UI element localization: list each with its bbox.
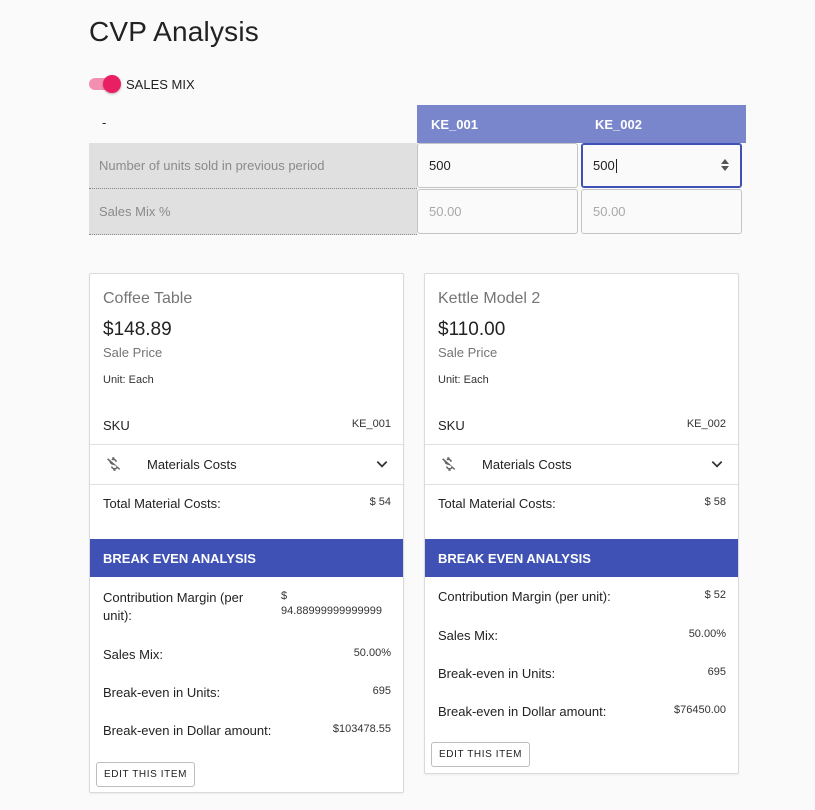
- sales-mix-row: Sales Mix: 50.00%: [103, 647, 391, 662]
- sales-mix-value-ke002: 50.00: [593, 204, 626, 219]
- sales-mix-value-ke001: 50.00: [429, 204, 462, 219]
- row-label-sales-mix: Sales Mix %: [89, 189, 417, 235]
- materials-costs-accordion[interactable]: Materials Costs: [425, 445, 738, 484]
- break-even-dollars-value: $76450.00: [674, 704, 726, 716]
- sku-label: SKU: [438, 418, 465, 433]
- edit-item-button[interactable]: EDIT THIS ITEM: [431, 742, 531, 767]
- units-sold-value-ke002: 500: [593, 158, 615, 173]
- break-even-units-label: Break-even in Units:: [438, 666, 556, 681]
- sales-mix-table: - KE_001 KE_002 Number of units sold in …: [89, 105, 746, 235]
- units-sold-input-ke001[interactable]: 500: [417, 143, 578, 188]
- page-title: CVP Analysis: [89, 16, 259, 47]
- total-material-costs-value: $ 54: [369, 496, 391, 508]
- toggle-thumb[interactable]: [103, 75, 121, 93]
- units-sold-input-ke002[interactable]: 500: [581, 143, 742, 188]
- sku-value: KE_002: [686, 418, 726, 430]
- chevron-down-icon[interactable]: [375, 457, 389, 471]
- sales-mix-value: 50.00%: [353, 647, 391, 659]
- product-name: Coffee Table: [103, 290, 193, 307]
- break-even-analysis-header: BREAK EVEN ANALYSIS: [90, 539, 403, 577]
- contribution-margin-row: Contribution Margin (per unit): $ 94.889…: [103, 589, 391, 625]
- sale-price: $148.89: [103, 319, 172, 340]
- total-material-costs-row: Total Material Costs: $ 58: [438, 496, 726, 511]
- sales-mix-value: 50.00%: [688, 628, 726, 640]
- break-even-dollars-label: Break-even in Dollar amount:: [438, 704, 607, 719]
- total-material-costs-row: Total Material Costs: $ 54: [103, 496, 391, 511]
- total-material-costs-label: Total Material Costs:: [103, 496, 221, 511]
- sales-mix-field-ke001: 50.00: [417, 189, 578, 234]
- table-header-band: KE_001 KE_002: [417, 105, 746, 143]
- contribution-margin-label: Contribution Margin (per unit):: [103, 590, 244, 623]
- contribution-margin-label: Contribution Margin (per unit):: [438, 589, 611, 604]
- edit-item-button[interactable]: EDIT THIS ITEM: [96, 762, 196, 787]
- sales-mix-field-ke002: 50.00: [581, 189, 742, 234]
- break-even-dollars-label: Break-even in Dollar amount:: [103, 723, 272, 738]
- break-even-units-label: Break-even in Units:: [103, 685, 221, 700]
- break-even-units-value: 695: [707, 666, 726, 678]
- break-even-units-row: Break-even in Units: 695: [103, 685, 391, 700]
- sales-mix-label: Sales Mix:: [438, 628, 498, 643]
- units-sold-value-ke001: 500: [429, 158, 451, 173]
- divider: [425, 484, 738, 485]
- sales-mix-label: SALES MIX: [126, 76, 195, 92]
- sales-mix-toggle-row: SALES MIX: [89, 74, 195, 94]
- column-header-ke001: KE_001: [431, 117, 478, 132]
- materials-costs-accordion[interactable]: Materials Costs: [90, 445, 403, 484]
- break-even-dollars-row: Break-even in Dollar amount: $103478.55: [103, 723, 391, 738]
- total-material-costs-label: Total Material Costs:: [438, 496, 556, 511]
- contribution-margin-value: $ 52: [704, 589, 726, 601]
- sku-row: SKU KE_002: [438, 418, 726, 433]
- sale-price: $110.00: [438, 319, 506, 340]
- sales-mix-toggle[interactable]: [89, 74, 121, 94]
- row-label-units-sold: Number of units sold in previous period: [89, 143, 417, 189]
- break-even-dollars-row: Break-even in Dollar amount: $76450.00: [438, 704, 726, 719]
- total-material-costs-value: $ 58: [704, 496, 726, 508]
- break-even-analysis-header: BREAK EVEN ANALYSIS: [425, 539, 738, 577]
- materials-costs-label: Materials Costs: [482, 457, 572, 472]
- money-off-icon: [442, 457, 456, 471]
- contribution-margin-value: $ 94.88999999999999: [281, 590, 382, 617]
- product-name: Kettle Model 2: [438, 290, 541, 307]
- text-caret: [615, 158, 617, 173]
- unit-label: Unit: Each: [438, 374, 489, 386]
- sales-mix-row: Sales Mix: 50.00%: [438, 628, 726, 643]
- sku-row: SKU KE_001: [103, 418, 391, 433]
- sale-price-label: Sale Price: [438, 345, 498, 360]
- sales-mix-label: Sales Mix:: [103, 647, 163, 662]
- chevron-down-icon[interactable]: [710, 457, 724, 471]
- number-spinner[interactable]: [721, 159, 729, 173]
- spinner-down-icon[interactable]: [721, 166, 729, 171]
- product-card-kettle-model-2: Kettle Model 2 $110.00 Sale Price Unit: …: [424, 273, 739, 774]
- unit-label: Unit: Each: [103, 374, 154, 386]
- divider: [90, 484, 403, 485]
- break-even-units-value: 695: [372, 685, 391, 697]
- sku-label: SKU: [103, 418, 130, 433]
- table-corner-header: -: [102, 115, 107, 130]
- materials-costs-label: Materials Costs: [147, 457, 237, 472]
- column-header-ke002: KE_002: [595, 117, 642, 132]
- contribution-margin-row: Contribution Margin (per unit): $ 52: [438, 589, 726, 604]
- money-off-icon: [107, 457, 121, 471]
- break-even-units-row: Break-even in Units: 695: [438, 666, 726, 681]
- spinner-up-icon[interactable]: [721, 159, 729, 164]
- sku-value: KE_001: [351, 418, 391, 430]
- product-card-coffee-table: Coffee Table $148.89 Sale Price Unit: Ea…: [89, 273, 404, 793]
- break-even-dollars-value: $103478.55: [332, 723, 391, 735]
- sale-price-label: Sale Price: [103, 345, 163, 360]
